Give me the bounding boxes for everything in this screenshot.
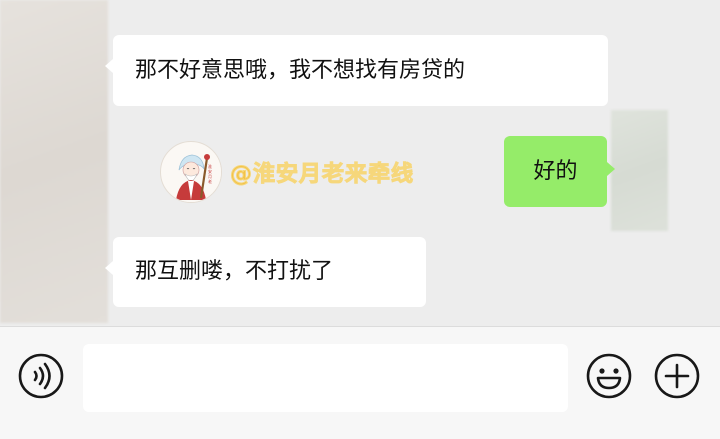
matchmaker-icon: 淮 安 月 老 [162, 143, 221, 202]
voice-button[interactable] [17, 352, 65, 400]
plus-icon [654, 353, 700, 399]
message-text: 那互删喽，不打扰了 [135, 259, 334, 284]
more-button[interactable] [653, 352, 701, 400]
message-text: 那不好意思哦，我不想找有房贷的 [135, 57, 466, 83]
chat-area: 那不好意思哦，我不想找有房贷的 淮 安 月 老 @淮安月老来牵线 好的 那互删喽… [0, 0, 720, 326]
message-text: 好的 [533, 158, 578, 184]
message-bubble-incoming[interactable]: 那不好意思哦，我不想找有房贷的 [105, 35, 608, 106]
self-avatar[interactable] [611, 110, 668, 231]
watermark-text: @淮安月老来牵线 [229, 162, 415, 188]
message-bubble-outgoing[interactable]: 好的 [504, 136, 615, 207]
watermark: 淮 安 月 老 @淮安月老来牵线 [160, 137, 414, 207]
voice-icon [18, 353, 64, 399]
emoji-button[interactable] [585, 352, 633, 400]
message-input[interactable] [83, 344, 568, 412]
contact-avatar[interactable] [0, 0, 108, 323]
watermark-logo: 淮 安 月 老 [160, 141, 222, 203]
svg-text:老: 老 [208, 178, 212, 184]
emoji-icon [586, 353, 632, 399]
message-bubble-incoming[interactable]: 那互删喽，不打扰了 [105, 237, 426, 307]
